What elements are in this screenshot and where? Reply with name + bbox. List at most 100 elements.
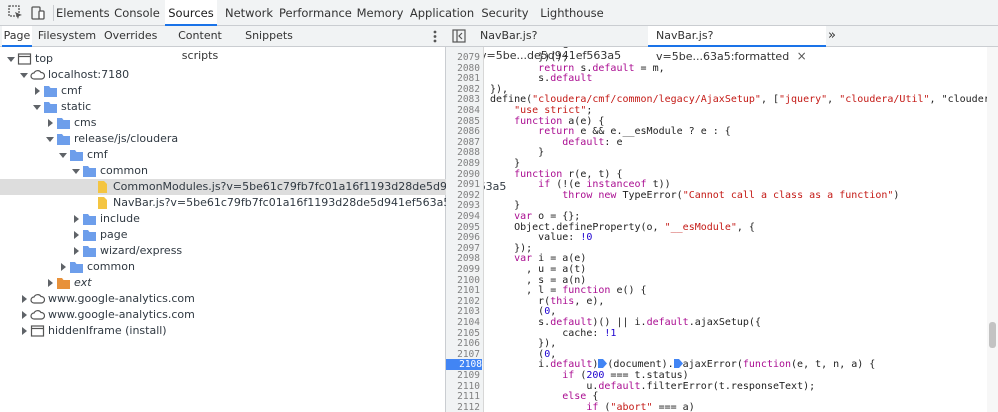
line-number[interactable]: 2106 xyxy=(446,338,480,349)
file-tab-navbar[interactable]: NavBar.js?v=5be...de5d941ef563a5 xyxy=(476,26,648,62)
line-number[interactable]: 2089 xyxy=(446,158,480,169)
line-number[interactable]: 2088 xyxy=(446,147,480,158)
line-number[interactable]: 2103 xyxy=(446,306,480,317)
line-number[interactable]: 2087 xyxy=(446,137,480,148)
line-number[interactable]: 2111 xyxy=(446,391,480,402)
tab-application[interactable]: Application xyxy=(409,0,475,26)
subtab-filesystem[interactable]: Filesystem xyxy=(34,26,100,47)
line-number[interactable]: 2102 xyxy=(446,296,480,307)
tab-memory[interactable]: Memory xyxy=(354,0,406,26)
collapsed-arrow-icon[interactable] xyxy=(71,243,81,259)
line-number[interactable]: 2104 xyxy=(446,317,480,328)
line-number[interactable]: 2090 xyxy=(446,169,480,180)
line-number[interactable]: 2092 xyxy=(446,190,480,201)
line-number[interactable]: 2079 xyxy=(446,52,480,63)
more-options-icon[interactable] xyxy=(430,29,440,44)
vertical-scrollbar[interactable] xyxy=(987,47,998,412)
line-number[interactable]: 2100 xyxy=(446,275,480,286)
tree-item[interactable]: hiddenIframe (install) xyxy=(0,323,446,339)
tree-item[interactable]: wizard/express xyxy=(0,243,446,259)
tree-item[interactable]: www.google-analytics.com xyxy=(0,307,446,323)
tree-item[interactable]: localhost:7180 xyxy=(0,67,446,83)
collapsed-arrow-icon[interactable] xyxy=(58,259,68,275)
tab-security[interactable]: Security xyxy=(478,0,532,26)
line-number[interactable]: 2094 xyxy=(446,211,480,222)
collapsed-arrow-icon[interactable] xyxy=(45,115,55,131)
line-number[interactable]: 2082 xyxy=(446,84,480,95)
line-number[interactable]: 2101 xyxy=(446,285,480,296)
expanded-arrow-icon[interactable] xyxy=(71,163,81,179)
collapsed-arrow-icon[interactable] xyxy=(71,211,81,227)
line-number[interactable]: 2105 xyxy=(446,328,480,339)
line-number[interactable]: 2084 xyxy=(446,105,480,116)
more-tabs-icon[interactable]: » xyxy=(828,26,842,47)
tree-item[interactable]: ext xyxy=(0,275,446,291)
subtab-content-scripts[interactable]: Content scripts xyxy=(160,26,240,62)
code-line: else { xyxy=(562,391,599,403)
expanded-arrow-icon[interactable] xyxy=(58,147,68,163)
line-number[interactable]: 2093 xyxy=(446,200,480,211)
device-toolbar-icon[interactable] xyxy=(29,4,47,22)
line-number[interactable]: 2085 xyxy=(446,116,480,127)
tree-item[interactable]: cmf xyxy=(0,83,446,99)
file-tab-navbar-formatted[interactable]: NavBar.js?v=5be...63a5:formatted × xyxy=(648,26,826,63)
line-number[interactable]: 2095 xyxy=(446,222,480,233)
tree-item[interactable]: cms xyxy=(0,115,446,131)
tree-item[interactable]: www.google-analytics.com xyxy=(0,291,446,307)
collapsed-arrow-icon[interactable] xyxy=(32,83,42,99)
tab-sources[interactable]: Sources xyxy=(165,0,217,26)
code-line: }); xyxy=(490,242,533,254)
collapsed-arrow-icon[interactable] xyxy=(19,307,29,323)
folder-icon xyxy=(56,132,71,146)
line-number[interactable]: 2107 xyxy=(446,349,480,360)
line-number[interactable]: 2081 xyxy=(446,73,480,84)
tab-performance[interactable]: Performance xyxy=(279,0,352,26)
collapsed-arrow-icon[interactable] xyxy=(45,275,55,291)
line-number[interactable]: 2097 xyxy=(446,243,480,254)
expanded-arrow-icon[interactable] xyxy=(6,51,16,67)
line-number[interactable]: 2098 xyxy=(446,253,480,264)
tab-elements[interactable]: Elements xyxy=(56,0,110,26)
expanded-arrow-icon[interactable] xyxy=(45,131,55,147)
tree-item[interactable]: release/js/cloudera xyxy=(0,131,446,147)
line-gutter[interactable]: 2079 2080 2081 2082 2083 2084 2085 2086 2087 2088… xyxy=(446,47,484,412)
collapsed-arrow-icon[interactable] xyxy=(19,291,29,307)
subtab-page[interactable]: Page xyxy=(2,26,32,47)
tree-item[interactable]: common xyxy=(0,163,446,179)
tab-console[interactable]: Console xyxy=(112,0,162,26)
code-editor[interactable]: 2079 2080 2081 2082 2083 2084 2085 2086 2087 2088… xyxy=(446,47,998,412)
inspect-element-icon[interactable] xyxy=(7,4,25,22)
tree-file-item[interactable]: CommonModules.js?v=5be61c79fb7fc01a16f11… xyxy=(0,179,506,195)
tree-file-item[interactable]: NavBar.js?v=5be61c79fb7fc01a16f1193d28de… xyxy=(0,195,450,211)
tree-item[interactable]: top xyxy=(0,51,446,67)
breakpoint-line-number[interactable]: 2108 xyxy=(446,359,482,371)
line-number[interactable]: 2080 xyxy=(446,63,480,74)
tree-item[interactable]: page xyxy=(0,227,446,243)
line-number[interactable]: 2110 xyxy=(446,381,480,392)
tab-lighthouse[interactable]: Lighthouse xyxy=(536,0,608,26)
line-number[interactable]: 2112 xyxy=(446,402,480,412)
line-number[interactable]: 2083 xyxy=(446,94,480,105)
tree-item[interactable]: include xyxy=(0,211,446,227)
line-number[interactable]: 2099 xyxy=(446,264,480,275)
tree-item[interactable]: static xyxy=(0,99,446,115)
expanded-arrow-icon[interactable] xyxy=(19,67,29,83)
line-number[interactable]: 2109 xyxy=(446,370,480,381)
tree-item[interactable]: cmf xyxy=(0,147,446,163)
subtab-snippets[interactable]: Snippets xyxy=(244,26,294,47)
inline-breakpoint-icon[interactable] xyxy=(598,359,608,369)
line-number[interactable]: 2091 xyxy=(446,179,480,190)
subtab-overrides[interactable]: Overrides xyxy=(104,26,157,47)
line-number[interactable]: 2086 xyxy=(446,126,480,137)
collapsed-arrow-icon[interactable] xyxy=(19,323,29,339)
collapsed-arrow-icon[interactable] xyxy=(71,227,81,243)
expanded-arrow-icon[interactable] xyxy=(32,99,42,115)
tree-item[interactable]: common xyxy=(0,259,446,275)
tab-network[interactable]: Network xyxy=(222,0,276,26)
toggle-navigator-icon[interactable] xyxy=(452,26,468,47)
line-number[interactable]: 2096 xyxy=(446,232,480,243)
scrollbar-thumb[interactable] xyxy=(989,322,996,348)
tree-item-label: include xyxy=(100,212,140,225)
tree-item-label: NavBar.js?v=5be61c79fb7fc01a16f1193d28de… xyxy=(113,196,451,209)
inline-breakpoint-icon[interactable] xyxy=(673,359,683,369)
